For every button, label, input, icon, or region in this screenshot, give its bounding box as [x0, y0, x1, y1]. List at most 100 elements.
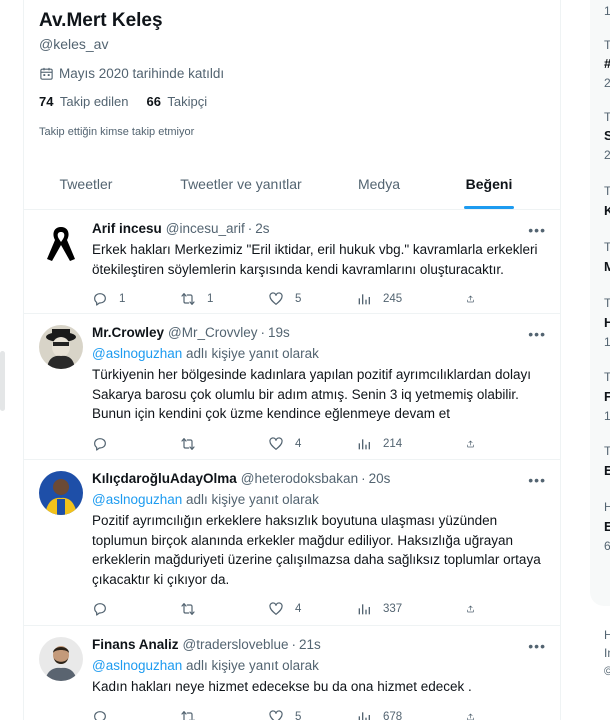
like-button[interactable]: 4	[268, 436, 356, 452]
tab-media[interactable]: Medya	[334, 158, 424, 209]
tweet[interactable]: Finans Analiz @tradersloveblue · 21s •••…	[24, 626, 560, 720]
reply-button[interactable]	[92, 709, 180, 720]
mention-link[interactable]: @aslnoguzhan	[92, 492, 182, 507]
avatar[interactable]	[39, 471, 83, 515]
tweet[interactable]: Arif incesu @incesu_arif · 2s ••• Erkek …	[24, 210, 560, 314]
footer-fragment[interactable]: In	[604, 646, 610, 660]
trend-fragment: 1	[604, 409, 610, 423]
share-button[interactable]	[466, 291, 486, 307]
tweet-time[interactable]: 21s	[299, 636, 321, 654]
tweet-author-handle[interactable]: @Mr_Crovvley	[168, 324, 257, 342]
trend-fragment[interactable]: #	[604, 56, 610, 71]
mention-link[interactable]: @aslnoguzhan	[92, 658, 182, 673]
tweet[interactable]: Mr.Crowley @Mr_Crovvley · 19s ••• @aslno…	[24, 314, 560, 460]
share-button[interactable]	[466, 436, 486, 452]
trend-fragment: T	[604, 370, 610, 384]
views-button[interactable]: 245	[356, 291, 466, 307]
page-scrollbar[interactable]	[0, 351, 5, 411]
follow-stats: 74 Takip edilen 66 Takipçi	[39, 94, 545, 109]
joined-date-text: Mayıs 2020 tarihinde katıldı	[59, 66, 225, 81]
replying-to: @aslnoguzhan adlı kişiye yanıt olarak	[92, 491, 545, 509]
trend-fragment[interactable]: S	[604, 128, 610, 143]
reply-button[interactable]: 1	[92, 291, 180, 307]
views-button[interactable]: 337	[356, 601, 466, 617]
trend-fragment[interactable]: E	[604, 519, 610, 534]
replying-to-suffix: adlı kişiye yanıt olarak	[182, 346, 319, 361]
retweet-button[interactable]	[180, 601, 268, 617]
trend-fragment: 1	[604, 4, 610, 18]
tweet-author-name[interactable]: Mr.Crowley	[92, 324, 164, 342]
retweet-button[interactable]: 1	[180, 291, 268, 307]
more-options-icon[interactable]: •••	[528, 326, 546, 342]
tweet-text: Kadın hakları neye hizmet edecekse bu da…	[92, 679, 472, 694]
like-count: 5	[295, 293, 302, 305]
tweet-time[interactable]: 20s	[369, 470, 391, 488]
mention-link[interactable]: @aslnoguzhan	[92, 346, 182, 361]
like-button[interactable]: 4	[268, 601, 356, 617]
tweet-author-name[interactable]: Finans Analiz	[92, 636, 179, 654]
profile-tabs: Tweetler Tweetler ve yanıtlar Medya Beğe…	[24, 158, 560, 210]
followers-link[interactable]: 66 Takipçi	[147, 94, 208, 109]
trend-fragment[interactable]: M	[604, 259, 610, 274]
reply-icon	[94, 437, 106, 451]
avatar[interactable]	[39, 637, 83, 681]
avatar-image	[39, 471, 83, 515]
tweet-author-handle[interactable]: @tradersloveblue	[183, 636, 289, 654]
retweet-button[interactable]	[180, 709, 268, 720]
trend-fragment: 2	[604, 76, 610, 90]
retweet-icon	[181, 603, 195, 615]
view-count: 214	[383, 437, 403, 450]
tab-label: Beğeni	[465, 175, 513, 192]
trend-fragment: H	[604, 500, 610, 514]
like-count: 4	[295, 437, 302, 450]
tweet-author-handle[interactable]: @heterodoksbakan	[241, 470, 358, 488]
views-button[interactable]: 678	[356, 709, 466, 720]
tweet-author-name[interactable]: KılıçdaroğluAdayOlma	[92, 470, 237, 488]
trend-fragment: 2	[604, 148, 610, 162]
tweet[interactable]: KılıçdaroğluAdayOlma @heterodoksbakan · …	[24, 460, 560, 626]
trend-fragment[interactable]: F	[604, 389, 610, 404]
tweet-time[interactable]: 19s	[268, 324, 290, 342]
dot-separator: ·	[291, 637, 297, 652]
trend-fragment[interactable]: K	[604, 203, 610, 218]
retweet-button[interactable]	[180, 436, 268, 452]
tweet-actions: 5 678	[92, 707, 545, 720]
more-options-icon[interactable]: •••	[528, 472, 546, 488]
replying-to-suffix: adlı kişiye yanıt olarak	[182, 658, 319, 673]
tweet-author-handle[interactable]: @incesu_arif	[166, 220, 245, 238]
views-button[interactable]: 214	[356, 436, 466, 452]
more-options-icon[interactable]: •••	[528, 222, 546, 238]
tab-label: Tweetler	[59, 175, 113, 192]
tab-tweets[interactable]: Tweetler	[24, 158, 148, 209]
view-count: 245	[383, 293, 403, 305]
share-button[interactable]	[466, 709, 486, 720]
following-link[interactable]: 74 Takip edilen	[39, 94, 129, 109]
tweet-text: Erkek hakları Merkezimiz "Eril iktidar, …	[92, 242, 538, 277]
bar-chart-icon	[358, 438, 370, 449]
more-options-icon[interactable]: •••	[528, 638, 546, 654]
heart-icon	[269, 602, 283, 615]
tab-tweets-and-replies[interactable]: Tweetler ve yanıtlar	[148, 158, 334, 209]
replying-to: @aslnoguzhan adlı kişiye yanıt olarak	[92, 657, 545, 675]
avatar[interactable]	[39, 325, 83, 369]
reply-button[interactable]	[92, 601, 180, 617]
reply-button[interactable]	[92, 436, 180, 452]
following-label: Takip edilen	[59, 94, 129, 109]
profile-display-name: Av.Mert Keleş	[39, 10, 163, 31]
trend-fragment[interactable]: E	[604, 463, 610, 478]
replying-to-suffix: adlı kişiye yanıt olarak	[182, 492, 319, 507]
tweet-actions: 1 1 5 245	[92, 289, 545, 309]
reply-icon	[94, 293, 106, 306]
trend-fragment[interactable]: H	[604, 315, 610, 330]
tweet-author-name[interactable]: Arif incesu	[92, 220, 162, 238]
avatar[interactable]	[39, 221, 83, 265]
share-icon	[467, 295, 474, 303]
tab-likes[interactable]: Beğeni	[424, 158, 554, 209]
share-button[interactable]	[466, 601, 486, 617]
like-button[interactable]: 5	[268, 709, 356, 720]
tweet-time[interactable]: 2s	[255, 220, 269, 238]
footer-fragment[interactable]: H	[604, 628, 610, 642]
retweet-count: 1	[207, 293, 214, 305]
like-button[interactable]: 5	[268, 291, 356, 307]
share-icon	[467, 713, 474, 720]
